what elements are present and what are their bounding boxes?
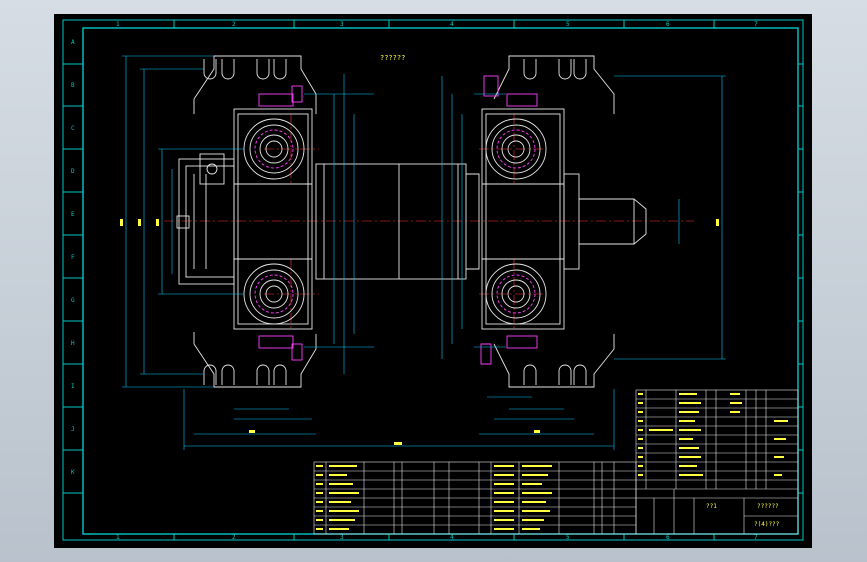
title-block-sheet-label: ?(4)??? [754, 521, 780, 528]
zone-col-2-top: 2 [232, 21, 236, 28]
zone-col-1-top: 1 [116, 21, 120, 28]
left-view [176, 55, 317, 388]
zone-row-c: C [71, 125, 75, 132]
zone-col-2-bottom: 2 [232, 534, 236, 541]
cad-viewport: 1 2 3 4 5 6 7 1 2 3 4 5 6 7 A B C D E F … [0, 0, 867, 562]
zone-col-7-bottom: 7 [754, 534, 758, 541]
zone-row-j: J [71, 426, 75, 433]
zone-row-f: F [71, 254, 75, 261]
zone-col-6-bottom: 6 [666, 534, 670, 541]
zone-row-i: I [71, 383, 75, 390]
zone-row-a: A [71, 39, 75, 46]
center-shaft [315, 163, 480, 280]
title-block-name: ?????? [757, 503, 779, 510]
zone-row-d: D [71, 168, 75, 175]
zone-col-7-top: 7 [754, 21, 758, 28]
zone-row-h: H [71, 340, 75, 347]
inner-border [82, 27, 799, 535]
zone-col-4-bottom: 4 [450, 534, 454, 541]
zone-col-5-top: 5 [566, 21, 570, 28]
drawing-sheet[interactable]: 1 2 3 4 5 6 7 1 2 3 4 5 6 7 A B C D E F … [54, 14, 812, 548]
zone-col-1-bottom: 1 [116, 534, 120, 541]
title-block-drawing-no: ??1 [706, 503, 717, 510]
centerlines [164, 114, 694, 329]
zone-col-3-bottom: 3 [340, 534, 344, 541]
title-block-marks [638, 393, 788, 476]
dimension-ticks [120, 219, 719, 445]
zone-col-5-bottom: 5 [566, 534, 570, 541]
zone-row-k: K [71, 469, 75, 476]
zone-col-6-top: 6 [666, 21, 670, 28]
parts-list [313, 461, 637, 535]
zone-col-4-top: 4 [450, 21, 454, 28]
zone-row-b: B [71, 82, 75, 89]
dimensions [122, 55, 726, 450]
zone-col-3-top: 3 [340, 21, 344, 28]
title-block [635, 389, 799, 535]
drawing-title-mark: ?????? [380, 54, 405, 62]
zone-row-g: G [71, 297, 75, 304]
zone-row-e: E [71, 211, 75, 218]
